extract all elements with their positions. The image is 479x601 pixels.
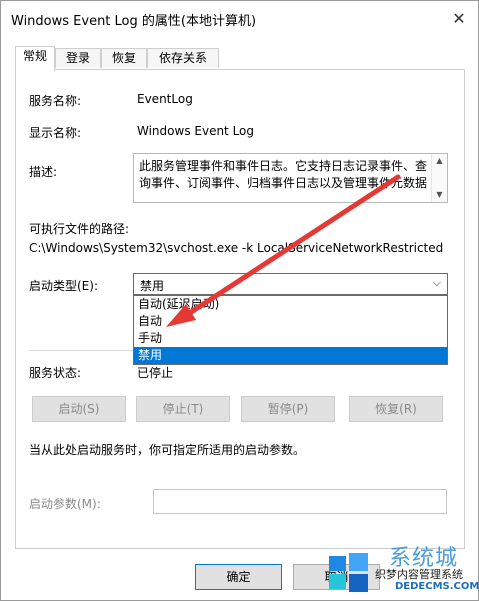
chevron-down-icon[interactable]: ⌵ (433, 276, 441, 290)
service-status-value: 已停止 (137, 366, 174, 380)
scroll-down-icon[interactable]: ▼ (432, 188, 447, 202)
startup-type-label: 启动类型(E): (29, 279, 98, 293)
description-text: 此服务管理事件和事件日志。它支持日志记录事件、查询事件、订阅事件、归档事件日志以… (139, 159, 428, 190)
site-watermark: 系统城 织梦内容管理系统 DEDECMS.COM (325, 536, 479, 601)
description-label: 描述: (29, 165, 58, 179)
title-bar: Windows Event Log 的属性(本地计算机) ✕ (1, 1, 478, 35)
start-button[interactable]: 启动(S) (32, 396, 126, 422)
tab-dependencies[interactable]: 依存关系 (147, 48, 219, 68)
stop-button[interactable]: 停止(T) (136, 396, 230, 422)
watermark-line1: 织梦内容管理系统 (375, 568, 463, 581)
display-name-label: 显示名称: (29, 126, 82, 140)
properties-dialog: Windows Event Log 的属性(本地计算机) ✕ 常规 登录 恢复 … (0, 0, 479, 601)
startup-type-dropdown: 自动(延迟启动) 自动 手动 禁用 (133, 295, 448, 365)
service-name-value: EventLog (137, 92, 193, 106)
divider (29, 350, 133, 351)
pause-button[interactable]: 暂停(P) (241, 396, 335, 422)
tab-recovery[interactable]: 恢复 (101, 48, 147, 68)
option-manual[interactable]: 手动 (134, 330, 447, 347)
start-params-label: 启动参数(M): (29, 497, 101, 511)
windows-logo-icon (329, 553, 368, 592)
tab-general[interactable]: 常规 (15, 46, 55, 71)
option-disabled[interactable]: 禁用 (134, 347, 447, 364)
description-scrollbar[interactable]: ▲ ▼ (431, 154, 447, 202)
startup-type-value: 禁用 (140, 279, 165, 293)
path-label: 可执行文件的路径: (29, 222, 130, 236)
path-value: C:\Windows\System32\svchost.exe -k Local… (29, 241, 444, 255)
scroll-up-icon[interactable]: ▲ (432, 154, 447, 168)
tab-logon[interactable]: 登录 (55, 48, 101, 68)
startup-type-select[interactable]: 禁用 ⌵ (133, 273, 448, 295)
close-icon[interactable]: ✕ (446, 5, 472, 31)
option-auto-delayed[interactable]: 自动(延迟启动) (134, 296, 447, 313)
start-params-hint: 当从此处启动服务时，你可指定所适用的启动参数。 (29, 443, 306, 457)
watermark-line2: DEDECMS.COM (395, 581, 479, 592)
start-params-input[interactable] (153, 489, 447, 514)
display-name-value: Windows Event Log (137, 124, 255, 138)
service-name-label: 服务名称: (29, 94, 82, 108)
window-title: Windows Event Log 的属性(本地计算机) (11, 14, 257, 29)
option-auto[interactable]: 自动 (134, 313, 447, 330)
ok-button[interactable]: 确定 (195, 564, 282, 590)
service-status-label: 服务状态: (29, 366, 82, 380)
resume-button[interactable]: 恢复(R) (349, 396, 443, 422)
description-box[interactable]: 此服务管理事件和事件日志。它支持日志记录事件、查询事件、订阅事件、归档事件日志以… (133, 153, 448, 203)
